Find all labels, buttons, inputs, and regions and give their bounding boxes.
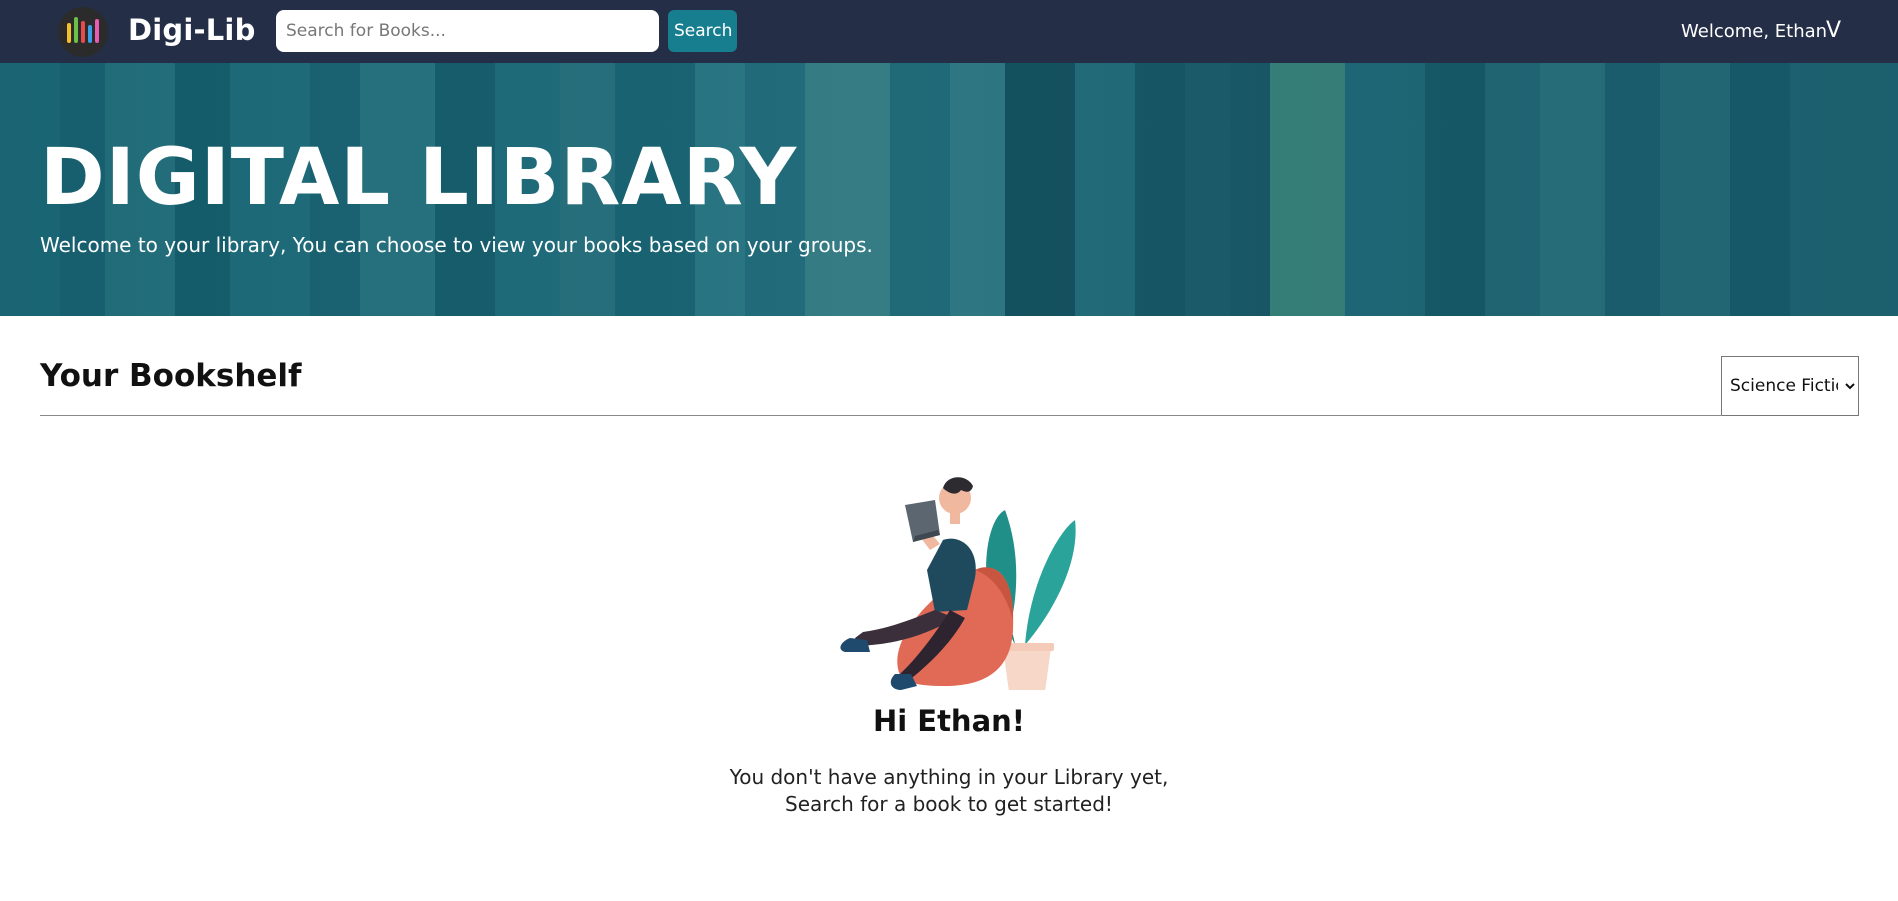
hero-banner: DIGITAL LIBRARY Welcome to your library,… — [0, 63, 1898, 316]
brand-title[interactable]: Digi-Lib — [128, 13, 256, 47]
hero-subtitle: Welcome to your library, You can choose … — [40, 233, 873, 257]
group-filter-select[interactable]: Science Fiction — [1721, 356, 1859, 416]
navbar: Digi-Lib Search Welcome, Ethan V — [0, 0, 1898, 63]
welcome-text: Welcome, Ethan — [1681, 21, 1828, 42]
search-input[interactable] — [276, 10, 659, 52]
hero-title: DIGITAL LIBRARY — [40, 133, 798, 223]
reading-person-illustration — [840, 477, 1076, 690]
bookshelf-title: Your Bookshelf — [40, 358, 302, 394]
logo-icon[interactable] — [58, 7, 108, 57]
greeting-heading: Hi Ethan! — [872, 704, 1026, 738]
search-button[interactable]: Search — [668, 10, 737, 52]
empty-library-message: You don't have anything in your Library … — [0, 764, 1898, 818]
user-menu-toggle[interactable]: V — [1826, 18, 1841, 43]
empty-message-line-1: You don't have anything in your Library … — [729, 765, 1169, 789]
empty-message-line-2: Search for a book to get started! — [785, 792, 1113, 816]
bookshelf-divider — [40, 415, 1722, 416]
